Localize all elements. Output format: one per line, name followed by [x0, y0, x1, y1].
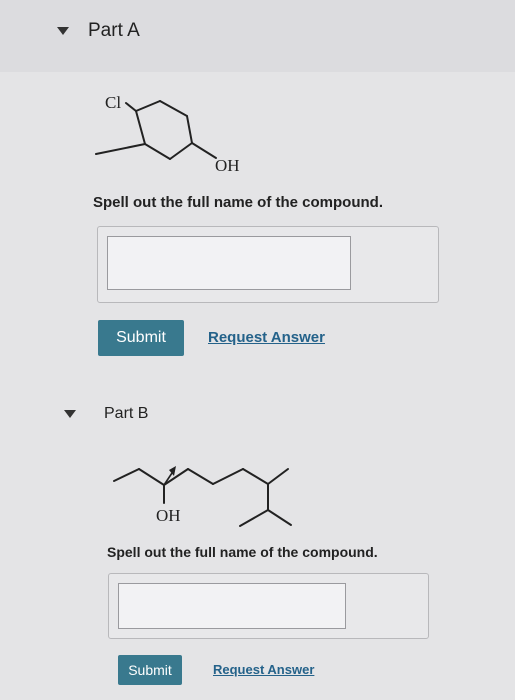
part-b-title: Part B: [104, 405, 149, 422]
part-a-request-answer-link[interactable]: Request Answer: [208, 329, 325, 346]
part-a-title: Part A: [88, 20, 140, 41]
part-a-answer-container: [97, 226, 439, 303]
part-b-answer-input[interactable]: [118, 583, 346, 629]
part-a-submit-button[interactable]: Submit: [98, 320, 184, 356]
part-b-submit-button[interactable]: Submit: [118, 655, 182, 685]
part-b-question: Spell out the full name of the compound.: [107, 544, 378, 560]
hydroxyl-label: OH: [156, 506, 181, 525]
caret-down-icon[interactable]: [57, 27, 69, 35]
chlorine-label: Cl: [105, 93, 121, 112]
hydroxyl-label: OH: [215, 156, 240, 175]
part-a-question: Spell out the full name of the compound.: [93, 194, 383, 211]
part-a-header[interactable]: Part A: [0, 0, 515, 72]
part-a-answer-input[interactable]: [107, 236, 351, 290]
part-b-molecule: OH: [113, 466, 292, 527]
part-b-request-answer-link[interactable]: Request Answer: [213, 662, 314, 677]
part-a-molecule: Cl OH: [95, 93, 240, 175]
caret-down-icon[interactable]: [64, 410, 76, 418]
part-b-answer-container: [108, 573, 429, 639]
